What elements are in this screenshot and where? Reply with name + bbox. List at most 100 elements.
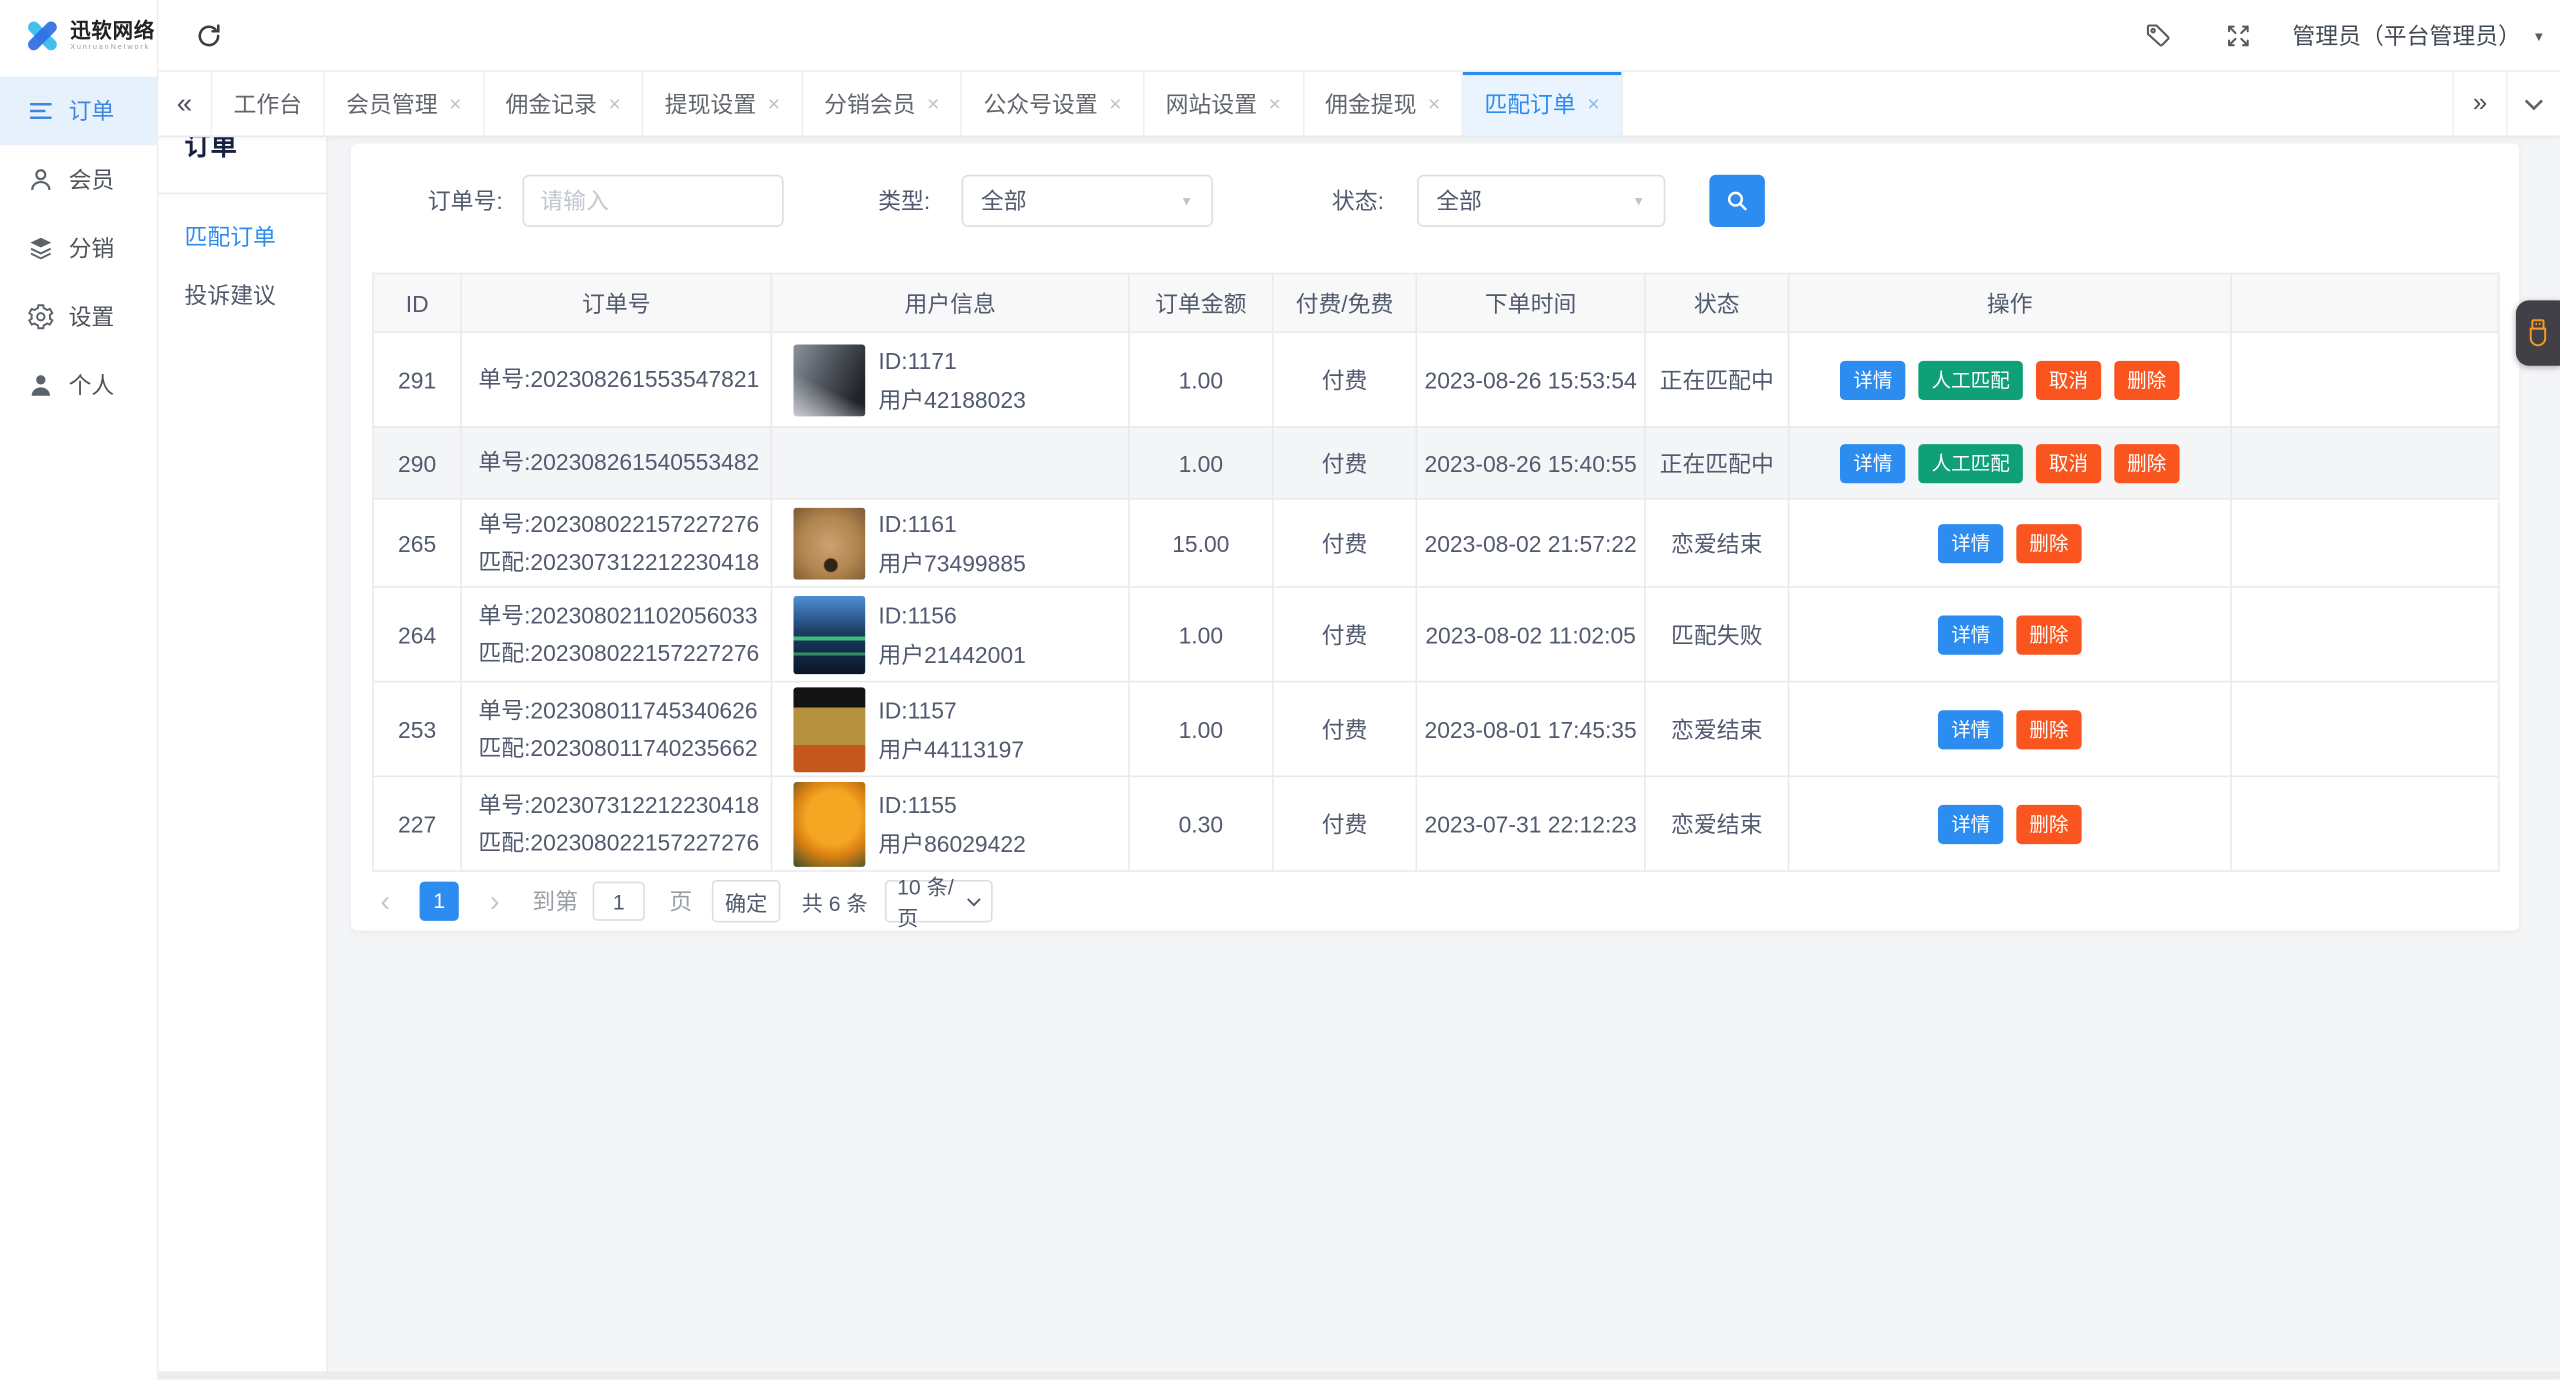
cancel-button[interactable]: 取消 <box>2035 443 2102 483</box>
caret-down-icon: ▼ <box>1632 193 1646 209</box>
search-icon <box>1727 191 1747 211</box>
submenu-item-complaints[interactable]: 投诉建议 <box>158 266 326 325</box>
cell-order-no: 单号:202307312212230418 匹配:202308022157227… <box>460 775 773 872</box>
page-1-button[interactable]: 1 <box>419 881 459 921</box>
goto-page-input[interactable] <box>592 881 645 921</box>
tab-match-orders[interactable]: 匹配订单 × <box>1463 71 1623 136</box>
next-page-button[interactable]: › <box>482 882 508 921</box>
tab-distribution-members[interactable]: 分销会员 × <box>803 71 963 136</box>
cell-amount: 1.00 <box>1128 426 1274 500</box>
cell-amount: 0.30 <box>1128 775 1274 872</box>
detail-button[interactable]: 详情 <box>1938 614 2004 654</box>
sidebar-item-orders[interactable]: 订单 <box>0 76 157 146</box>
search-button[interactable] <box>1708 174 1765 227</box>
detail-button[interactable]: 详情 <box>1840 443 1906 483</box>
caret-down-icon: ▼ <box>2532 28 2546 44</box>
confirm-page-button[interactable]: 确定 <box>711 879 781 923</box>
close-icon[interactable]: × <box>449 91 461 115</box>
status-badge: 正在匹配中 <box>1644 331 1790 428</box>
cell-id: 227 <box>372 775 463 872</box>
cell-actions: 详情 删除 <box>1787 586 2232 683</box>
orders-icon <box>29 103 52 119</box>
tag-icon[interactable] <box>2144 21 2173 50</box>
close-icon[interactable]: × <box>1428 91 1440 115</box>
order-no-input[interactable] <box>522 174 784 227</box>
cell-actions: 详情 删除 <box>1787 775 2232 872</box>
delete-button[interactable]: 删除 <box>2114 359 2180 400</box>
primary-sidebar: 订单 会员 分销 设置 个人 <box>0 71 159 1380</box>
tab-workbench[interactable]: 工作台 <box>212 71 325 136</box>
sidebar-item-members[interactable]: 会员 <box>0 145 157 214</box>
cell-extra <box>2230 497 2500 588</box>
cell-extra <box>2230 680 2500 778</box>
floating-plugin-button[interactable] <box>2515 300 2560 366</box>
detail-button[interactable]: 详情 <box>1938 523 2004 563</box>
page-size-select[interactable]: 10 条/页 <box>885 875 994 931</box>
sidebar-item-profile[interactable]: 个人 <box>0 351 157 420</box>
tab-commission-records[interactable]: 佣金记录 × <box>484 71 644 136</box>
status-badge: 恋爱结束 <box>1644 775 1790 872</box>
filter-bar: 订单号: 类型: 全部 ▼ 状态: 全部 ▼ <box>372 174 2498 227</box>
close-icon[interactable]: × <box>1269 91 1281 115</box>
manual-match-button[interactable]: 人工匹配 <box>1918 443 2023 483</box>
cancel-button[interactable]: 取消 <box>2035 359 2102 400</box>
close-icon[interactable]: × <box>1109 91 1121 115</box>
type-select[interactable]: 全部 ▼ <box>961 174 1213 227</box>
cell-pay-type: 付费 <box>1271 426 1418 500</box>
status-select[interactable]: 全部 ▼ <box>1416 174 1665 227</box>
tab-website-settings[interactable]: 网站设置 × <box>1144 71 1304 136</box>
cell-id: 265 <box>372 497 463 588</box>
tab-official-account-settings[interactable]: 公众号设置 × <box>962 71 1145 136</box>
manual-match-button[interactable]: 人工匹配 <box>1918 359 2023 400</box>
status-badge: 恋爱结束 <box>1644 497 1790 588</box>
tab-commission-withdrawal[interactable]: 佣金提现 × <box>1304 71 1464 136</box>
close-icon[interactable]: × <box>1587 91 1599 115</box>
submenu-item-match-orders[interactable]: 匹配订单 <box>158 207 326 266</box>
close-icon[interactable]: × <box>768 91 780 115</box>
goto-suffix-label: 页 <box>669 888 693 915</box>
chevron-down-icon <box>2524 98 2543 110</box>
close-icon[interactable]: × <box>608 91 620 115</box>
brand-logo[interactable]: 迅软网络 XunruanNetwork <box>0 0 159 72</box>
delete-button[interactable]: 删除 <box>2016 804 2082 844</box>
column-header: 状态 <box>1644 272 1790 334</box>
brand-logo-icon <box>28 21 57 51</box>
delete-button[interactable]: 删除 <box>2114 443 2180 483</box>
tabs-collapse-button[interactable]: « <box>158 71 213 136</box>
tabs-overflow-button[interactable]: » <box>2452 71 2506 136</box>
close-icon[interactable]: × <box>927 91 939 115</box>
status-badge: 匹配失败 <box>1644 586 1790 683</box>
sidebar-item-distribution[interactable]: 分销 <box>0 214 157 283</box>
fullscreen-icon[interactable] <box>2224 21 2253 50</box>
delete-button[interactable]: 删除 <box>2016 523 2082 563</box>
avatar <box>793 686 866 772</box>
cell-extra <box>2230 331 2500 428</box>
refresh-icon[interactable] <box>194 21 223 50</box>
cell-order-time: 2023-08-02 11:02:05 <box>1415 586 1646 683</box>
admin-menu[interactable]: 管理员（平台管理员） ▼ <box>2292 20 2545 53</box>
orders-table: ID 订单号 用户信息 订单金额 付费/免费 下单时间 状态 操作 291 单号… <box>372 272 2500 872</box>
column-header: 操作 <box>1787 272 2232 334</box>
brand-subtitle: XunruanNetwork <box>70 42 151 51</box>
table-row: 227 单号:202307312212230418 匹配:20230802215… <box>372 775 2500 872</box>
prev-page-button[interactable]: ‹ <box>372 882 398 921</box>
status-badge: 正在匹配中 <box>1644 426 1790 500</box>
cell-order-time: 2023-08-26 15:40:55 <box>1415 426 1646 500</box>
delete-button[interactable]: 删除 <box>2016 614 2082 654</box>
detail-button[interactable]: 详情 <box>1938 804 2004 844</box>
detail-button[interactable]: 详情 <box>1840 359 1906 400</box>
tabs-dropdown-button[interactable] <box>2506 71 2560 136</box>
cell-order-no: 单号:202308021102056033 匹配:202308022157227… <box>460 586 773 683</box>
profile-icon <box>31 375 50 396</box>
cell-amount: 1.00 <box>1128 586 1274 683</box>
cell-user-info: ID:1157 用户44113197 <box>770 680 1130 778</box>
cell-id: 253 <box>372 680 463 778</box>
sidebar-item-settings[interactable]: 设置 <box>0 282 157 351</box>
delete-button[interactable]: 删除 <box>2016 709 2082 749</box>
cell-extra <box>2230 586 2500 683</box>
cell-amount: 1.00 <box>1128 680 1274 778</box>
horizontal-scrollbar[interactable] <box>158 1371 2560 1380</box>
detail-button[interactable]: 详情 <box>1938 709 2004 749</box>
tab-withdrawal-settings[interactable]: 提现设置 × <box>644 71 803 136</box>
tab-member-management[interactable]: 会员管理 × <box>325 71 485 136</box>
